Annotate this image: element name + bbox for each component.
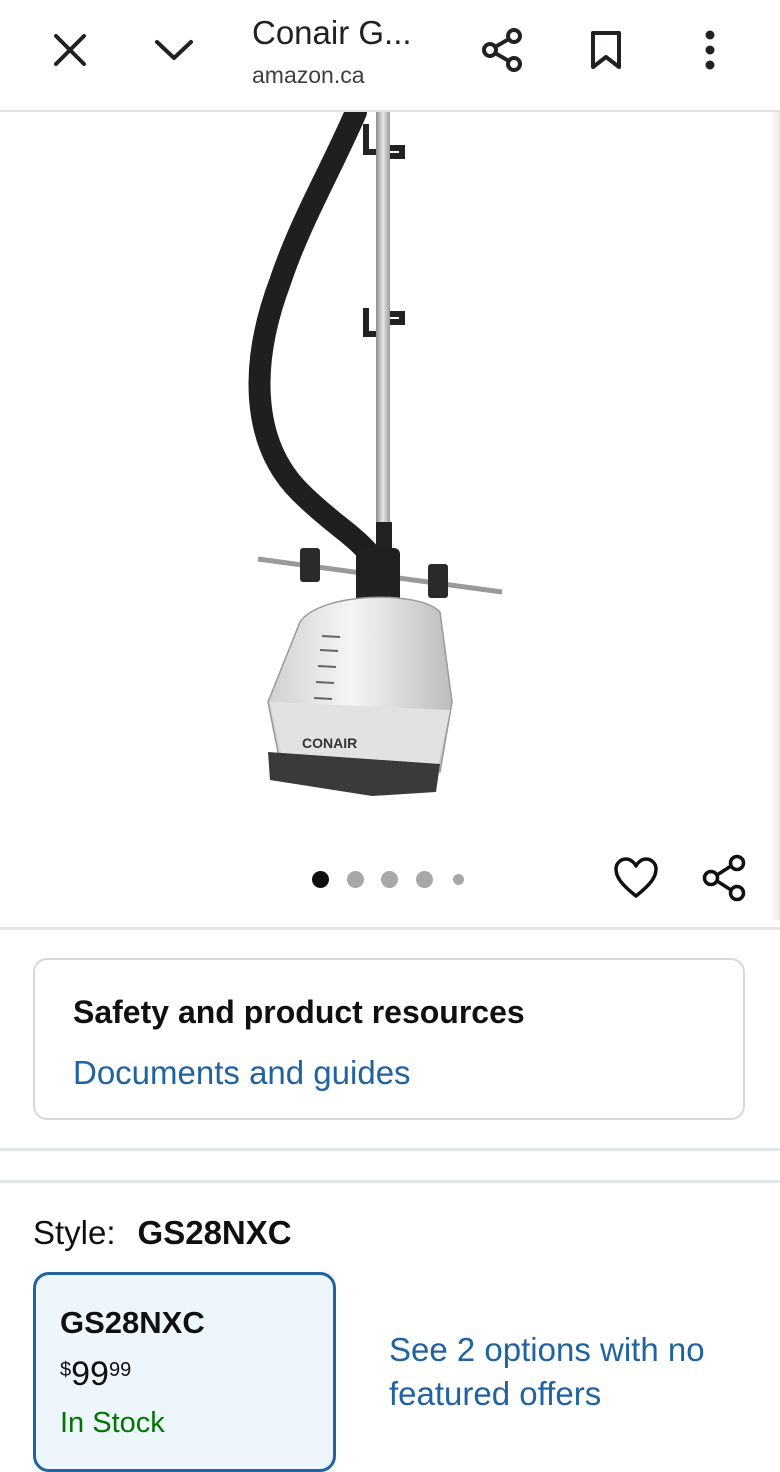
stock-status: In Stock bbox=[60, 1407, 165, 1439]
carousel-dot[interactable] bbox=[381, 871, 398, 888]
page-title: Conair G... bbox=[252, 14, 412, 51]
bookmark-button[interactable] bbox=[576, 20, 636, 80]
section-divider bbox=[0, 1180, 780, 1183]
add-to-list-button[interactable] bbox=[606, 848, 666, 908]
carousel-dot[interactable] bbox=[312, 871, 329, 888]
carousel-dot[interactable] bbox=[453, 874, 464, 885]
safety-resources-card[interactable]: Safety and product resources Documents a… bbox=[33, 958, 745, 1120]
more-options-button[interactable] bbox=[680, 20, 740, 80]
more-vert-icon bbox=[705, 30, 715, 70]
section-divider bbox=[0, 1148, 780, 1151]
browser-top-bar: Conair G... amazon.ca bbox=[0, 0, 780, 112]
style-label: Style: bbox=[33, 1214, 116, 1251]
price-whole: 99 bbox=[71, 1355, 109, 1393]
page-url: amazon.ca bbox=[252, 62, 365, 88]
share-button[interactable] bbox=[472, 20, 532, 80]
carousel-dot[interactable] bbox=[347, 871, 364, 888]
see-more-options-link[interactable]: See 2 options with no featured offers bbox=[389, 1328, 729, 1416]
option-price: $9999 bbox=[60, 1355, 131, 1394]
documents-guides-link[interactable]: Documents and guides bbox=[73, 1054, 411, 1092]
close-button[interactable] bbox=[40, 20, 100, 80]
brand-logo: CONAIR bbox=[302, 735, 357, 751]
garment-steamer-illustration: CONAIR bbox=[248, 112, 503, 796]
style-value: GS28NXC bbox=[137, 1214, 292, 1251]
heart-icon bbox=[614, 857, 658, 898]
bookmark-icon bbox=[591, 31, 621, 69]
carousel-dot[interactable] bbox=[416, 871, 433, 888]
share-product-button[interactable] bbox=[694, 848, 754, 908]
safety-title: Safety and product resources bbox=[73, 994, 525, 1030]
style-selector-heading: Style: GS28NXC bbox=[33, 1214, 292, 1252]
collapse-button[interactable] bbox=[144, 20, 204, 80]
section-divider bbox=[0, 927, 780, 930]
product-image[interactable]: CONAIR bbox=[0, 112, 780, 840]
edge-shadow bbox=[770, 112, 780, 920]
chevron-down-icon bbox=[155, 40, 193, 60]
price-fraction: 99 bbox=[108, 1359, 132, 1381]
share-icon bbox=[702, 854, 746, 902]
close-icon bbox=[54, 34, 86, 66]
share-icon bbox=[482, 28, 522, 72]
style-option-selected[interactable]: GS28NXC $9999 In Stock bbox=[33, 1272, 336, 1472]
option-name: GS28NXC bbox=[60, 1305, 205, 1340]
price-symbol: $ bbox=[60, 1359, 72, 1381]
